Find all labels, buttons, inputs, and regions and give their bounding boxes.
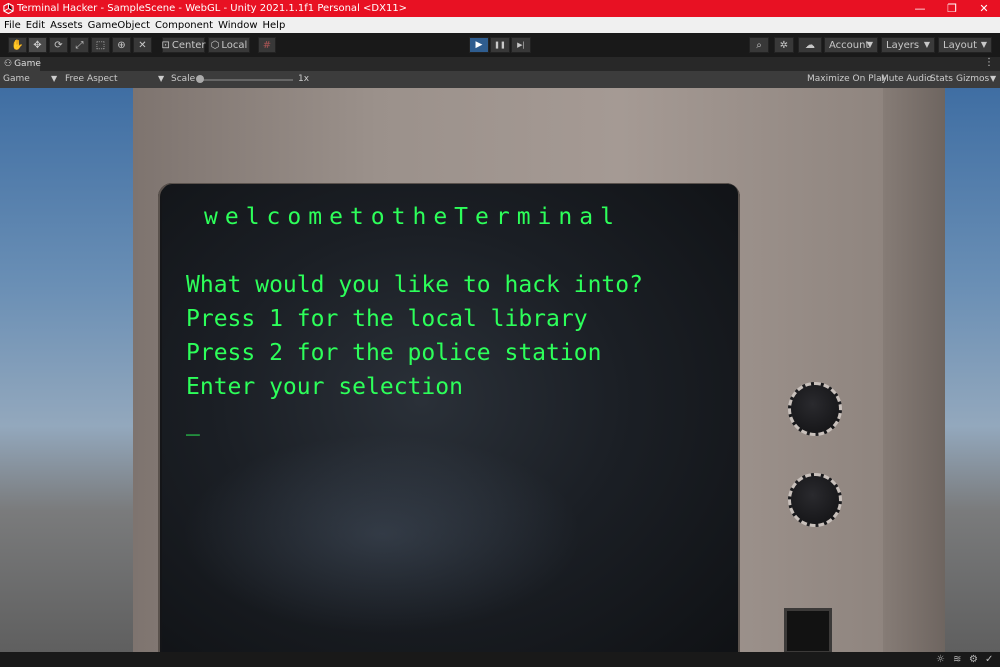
caret-down-icon: ▼ (923, 40, 930, 49)
scale-slider-handle[interactable] (196, 75, 204, 83)
space-toggle[interactable]: ⬡ Local (208, 37, 250, 53)
bug-icon: ☼ (936, 654, 945, 665)
more-options-icon[interactable]: ⋮ (984, 57, 994, 68)
settings-status-icon: ⚙ (969, 654, 978, 665)
account-label: Account (829, 39, 870, 51)
title-bar: Terminal Hacker - SampleScene - WebGL - … (0, 0, 1000, 17)
transform-tool-button[interactable]: ⊕ (112, 37, 131, 53)
menu-help[interactable]: Help (263, 20, 286, 31)
rect-tool-button[interactable]: ⬚ (91, 37, 110, 53)
search-button[interactable]: ⌕ (749, 37, 769, 53)
layers-label: Layers (886, 39, 920, 51)
hand-icon: ✋ (11, 39, 24, 51)
layers-status-icon: ≋ (953, 654, 962, 665)
account-dropdown[interactable]: Account ▼ (824, 37, 878, 53)
minimize-button[interactable]: — (904, 0, 936, 17)
unity-logo-icon (2, 3, 14, 15)
game-view-toolbar: Game ▼ Free Aspect ▼ Scale 1x Maximize O… (0, 71, 1000, 89)
step-icon: ▶| (517, 41, 525, 49)
aspect-dropdown[interactable]: Free Aspect (65, 74, 118, 84)
pivot-center-icon: ⊡ (161, 39, 170, 51)
pause-icon: ❚❚ (494, 41, 506, 49)
search-icon: ⌕ (756, 39, 762, 51)
transform-icon: ⊕ (117, 39, 126, 51)
monitor-side-panel (883, 88, 945, 652)
check-icon: ✓ (985, 654, 994, 665)
play-button[interactable]: ▶ (469, 37, 489, 53)
menu-window[interactable]: Window (218, 20, 257, 31)
terminal-line: What would you like to hack into? (186, 272, 643, 298)
local-space-icon: ⬡ (210, 39, 220, 51)
pause-button[interactable]: ❚❚ (490, 37, 510, 53)
caret-down-icon: ▼ (866, 40, 873, 49)
pivot-toggle[interactable]: ⊡ Center (161, 37, 206, 53)
screen-glare (182, 434, 582, 634)
menu-file[interactable]: File (4, 20, 21, 31)
scale-tool-button[interactable]: ⤢ (70, 37, 89, 53)
hand-tool-button[interactable]: ✋ (8, 37, 27, 53)
rotate-tool-button[interactable]: ⟳ (49, 37, 68, 53)
cloud-button[interactable]: ☁ (798, 37, 822, 53)
layout-label: Layout (943, 39, 977, 51)
layers-dropdown[interactable]: Layers ▼ (881, 37, 935, 53)
stats-toggle[interactable]: Stats (930, 74, 953, 84)
caret-down-icon: ▼ (51, 74, 58, 83)
caret-down-icon: ▼ (990, 74, 997, 83)
game-controller-icon: ⚇ (4, 59, 13, 69)
terminal-cursor: _ (186, 410, 200, 436)
restore-button[interactable]: ❐ (936, 0, 968, 17)
custom-tool-icon: ✕ (138, 39, 147, 51)
menu-bar: File Edit Assets GameObject Component Wi… (0, 17, 1000, 33)
status-bar: ☼ ≋ ⚙ ✓ (0, 652, 1000, 667)
terminal-line: Press 2 for the police station (186, 340, 602, 366)
monitor-knob-upper (788, 382, 842, 436)
menu-component[interactable]: Component (155, 20, 213, 31)
collab-icon: ✲ (779, 39, 789, 51)
move-tool-button[interactable]: ✥ (28, 37, 47, 53)
layout-dropdown[interactable]: Layout ▼ (938, 37, 992, 53)
space-label: Local (221, 39, 248, 51)
menu-assets[interactable]: Assets (50, 20, 83, 31)
rect-icon: ⬚ (95, 39, 106, 51)
rotate-icon: ⟳ (54, 39, 63, 51)
tab-strip: ⚇ Game ⋮ (0, 57, 1000, 71)
terminal-line: Press 1 for the local library (186, 306, 588, 332)
caret-down-icon: ▼ (980, 40, 987, 49)
pivot-label: Center (171, 39, 206, 51)
game-viewport[interactable]: welcometotheTerminal What would you like… (0, 88, 1000, 652)
scale-slider-track[interactable] (198, 79, 293, 81)
scale-icon: ⤢ (75, 39, 84, 51)
scale-label: Scale (171, 74, 196, 84)
move-icon: ✥ (33, 39, 42, 51)
collab-button[interactable]: ✲ (774, 37, 794, 53)
menu-gameobject[interactable]: GameObject (88, 20, 150, 31)
play-icon: ▶ (475, 40, 483, 50)
step-button[interactable]: ▶| (511, 37, 531, 53)
window-title: Terminal Hacker - SampleScene - WebGL - … (17, 3, 408, 14)
monitor-vent (784, 608, 832, 652)
menu-edit[interactable]: Edit (26, 20, 45, 31)
grid-snap-button[interactable]: # (258, 37, 276, 53)
mute-audio-toggle[interactable]: Mute Audio (881, 74, 932, 84)
display-dropdown[interactable]: Game (3, 74, 30, 84)
gizmos-dropdown[interactable]: Gizmos (956, 74, 989, 84)
terminal-heading: welcometotheTerminal (204, 204, 621, 230)
main-toolbar: ✋ ✥ ⟳ ⤢ ⬚ ⊕ ✕ ⊡ Center ⬡ Local # ▶ ❚❚ ▶| ⌕… (0, 33, 1000, 58)
tab-label: Game (14, 59, 41, 69)
cloud-icon: ☁ (805, 39, 815, 51)
caret-down-icon: ▼ (158, 74, 165, 83)
custom-tool-button[interactable]: ✕ (133, 37, 152, 53)
crt-screen: welcometotheTerminal What would you like… (162, 184, 738, 652)
maximize-on-play-toggle[interactable]: Maximize On Play (807, 74, 887, 84)
monitor-knob-lower (788, 473, 842, 527)
terminal-line: Enter your selection (186, 374, 463, 400)
close-button[interactable]: ✕ (968, 0, 1000, 17)
grid-snap-icon: # (262, 39, 272, 51)
tab-game[interactable]: ⚇ Game (0, 57, 41, 71)
scale-value: 1x (298, 74, 310, 84)
